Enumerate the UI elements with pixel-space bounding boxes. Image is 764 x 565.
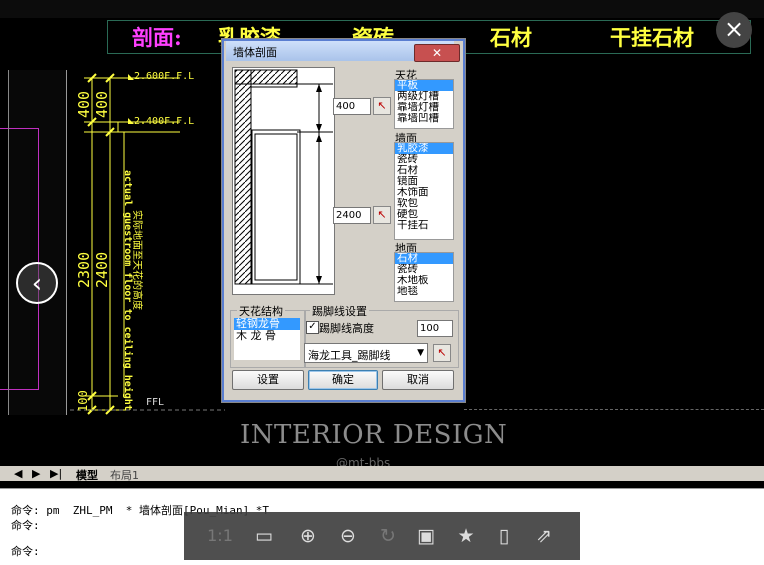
section-label: 剖面:: [132, 25, 182, 50]
list-item[interactable]: 瓷砖: [395, 264, 453, 275]
tab-model[interactable]: 模型: [76, 467, 98, 483]
wall-line: [8, 70, 9, 415]
list-item[interactable]: 木饰面: [395, 187, 453, 198]
zoom-in-icon[interactable]: ⊕: [294, 522, 322, 550]
height-note-cn: 实际地面至天花的高度: [131, 210, 142, 310]
level-top-label: 2.600F.F.L: [134, 71, 195, 82]
fit-screen-icon[interactable]: ▭: [250, 522, 278, 550]
phone-icon[interactable]: ▯: [490, 522, 518, 550]
tab-layout1[interactable]: 布局1: [110, 467, 139, 483]
dialog-title: 墙体剖面: [233, 46, 277, 59]
tab-nav-last-icon[interactable]: ▶|: [50, 467, 62, 480]
tab-nav-prev-icon[interactable]: ▶: [32, 467, 40, 480]
dialog-close-button[interactable]: ✕: [414, 44, 460, 62]
list-item[interactable]: 两级灯槽: [395, 91, 453, 102]
skirting-group-label: 踢脚线设置: [310, 303, 369, 319]
list-item[interactable]: 干挂石: [395, 220, 453, 231]
wall-finish-list[interactable]: 乳胶漆 瓷砖 石材 镜面 木饰面 软包 硬包 干挂石: [394, 142, 454, 240]
settings-button[interactable]: 设置: [232, 370, 304, 390]
share-icon[interactable]: ⇗: [530, 522, 558, 550]
material-hung-stone: 干挂石材: [610, 25, 694, 50]
list-item[interactable]: 木地板: [395, 275, 453, 286]
list-item[interactable]: 硬包: [395, 209, 453, 220]
ceiling-structure-label: 天花结构: [237, 303, 285, 319]
list-item[interactable]: 平板: [395, 80, 453, 91]
list-item[interactable]: 软包: [395, 198, 453, 209]
previous-image-icon[interactable]: ‹: [16, 262, 58, 304]
actual-size-button[interactable]: 1:1: [202, 522, 238, 550]
list-item[interactable]: 轻钢龙骨: [234, 318, 300, 330]
ceiling-structure-list[interactable]: 轻钢龙骨 木 龙 骨: [234, 318, 300, 360]
section-preview-drawing: [234, 69, 333, 285]
list-item[interactable]: 靠墙灯槽: [395, 102, 453, 113]
material-stone: 石材: [490, 25, 532, 50]
list-item[interactable]: 瓷砖: [395, 154, 453, 165]
list-item[interactable]: 木 龙 骨: [234, 330, 300, 342]
floor-line: [464, 409, 764, 410]
rotate-icon[interactable]: ↻: [374, 522, 402, 550]
pick-point-icon[interactable]: ↖: [373, 206, 391, 224]
level-mid-label: 2.400F.F.L: [134, 116, 195, 127]
layout-tabs-bar: ◀ ▶ ▶| 模型 布局1: [0, 466, 764, 483]
wall-section-dialog: 墙体剖面 ✕ 400 ↖ 2400 ↖ 天花 平板 两级灯槽 靠墙灯槽 靠墙凹槽…: [221, 38, 466, 403]
list-item[interactable]: 镜面: [395, 176, 453, 187]
list-item[interactable]: 靠墙凹槽: [395, 113, 453, 124]
watermark-title: INTERIOR DESIGN: [240, 420, 508, 450]
skirting-checkbox[interactable]: ✓: [306, 321, 319, 334]
list-item[interactable]: 乳胶漆: [395, 143, 453, 154]
skirting-height-label: 踢脚线高度: [319, 322, 374, 335]
command-history-line: 命令:: [11, 519, 40, 532]
pick-layer-icon[interactable]: ↖: [433, 344, 451, 362]
close-viewer-icon[interactable]: ×: [716, 12, 752, 48]
zoom-out-icon[interactable]: ⊖: [334, 522, 362, 550]
ok-button[interactable]: 确定: [308, 370, 378, 390]
dim-400-inner: 400: [93, 90, 111, 118]
list-item[interactable]: 地毯: [395, 286, 453, 297]
skirting-height-input[interactable]: 100: [417, 320, 453, 337]
skirting-layer-value: 海龙工具_踢脚线: [308, 349, 391, 362]
list-item[interactable]: 石材: [395, 253, 453, 264]
wall-outline: [0, 128, 39, 390]
dim-2300: 2300: [75, 251, 93, 288]
dim-400-outer: 400: [75, 90, 93, 118]
tab-nav-first-icon[interactable]: ◀: [14, 467, 22, 480]
pick-point-icon[interactable]: ↖: [373, 97, 391, 115]
save-icon[interactable]: ▣: [412, 522, 440, 550]
dialog-titlebar[interactable]: 墙体剖面 ✕: [226, 41, 460, 62]
dim-100: 100: [76, 390, 90, 412]
skirting-layer-select[interactable]: 海龙工具_踢脚线 ▼: [304, 343, 428, 363]
chevron-down-icon: ▼: [417, 348, 424, 358]
command-prompt[interactable]: 命令:: [11, 543, 40, 559]
bookmark-icon[interactable]: ★: [452, 522, 480, 550]
ceiling-type-list[interactable]: 平板 两级灯槽 靠墙灯槽 靠墙凹槽: [394, 79, 454, 129]
viewer-toolbar: 1:1 ▭ ⊕ ⊖ ↻ ▣ ★ ▯ ⇗: [184, 512, 580, 560]
dim-2400: 2400: [93, 251, 111, 288]
floor-finish-list[interactable]: 石材 瓷砖 木地板 地毯: [394, 252, 454, 302]
section-preview: [232, 67, 335, 295]
cancel-button[interactable]: 取消: [382, 370, 454, 390]
list-item[interactable]: 石材: [395, 165, 453, 176]
ceiling-height-input[interactable]: 400: [333, 98, 371, 115]
background-window-strip: [0, 0, 764, 18]
level-floor-label: FFL: [146, 397, 165, 408]
wall-height-input[interactable]: 2400: [333, 207, 371, 224]
